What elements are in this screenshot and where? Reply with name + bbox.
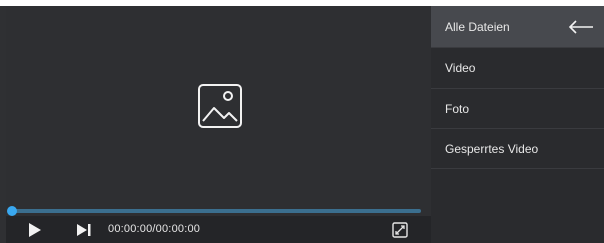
progress-bar[interactable] bbox=[7, 206, 421, 216]
category-menu: Alle Dateien Video Foto Gesperrtes Video bbox=[431, 6, 604, 243]
back-arrow-icon bbox=[568, 20, 593, 34]
fullscreen-icon bbox=[392, 221, 408, 238]
menu-item-video[interactable]: Video bbox=[431, 48, 604, 89]
fullscreen-button[interactable] bbox=[389, 216, 411, 243]
next-button[interactable] bbox=[72, 216, 96, 243]
media-player: 00:00:00/00:00:00 bbox=[6, 6, 431, 243]
menu-item-foto[interactable]: Foto bbox=[431, 89, 604, 129]
menu-item-gesperrtes-video[interactable]: Gesperrtes Video bbox=[431, 129, 604, 169]
media-viewer[interactable] bbox=[6, 6, 431, 203]
menu-item-label: Gesperrtes Video bbox=[445, 142, 539, 156]
play-icon bbox=[29, 222, 41, 237]
progress-handle[interactable] bbox=[7, 206, 17, 216]
menu-item-label: Foto bbox=[445, 102, 470, 116]
player-controls: 00:00:00/00:00:00 bbox=[6, 216, 431, 243]
file-browser-app: 00:00:00/00:00:00 Alle Dateien Video Fot… bbox=[0, 6, 604, 243]
image-placeholder-icon bbox=[198, 84, 242, 128]
skip-next-icon bbox=[77, 223, 91, 236]
time-display: 00:00:00/00:00:00 bbox=[108, 223, 201, 235]
menu-item-label: Video bbox=[445, 61, 476, 75]
menu-item-alle-dateien[interactable]: Alle Dateien bbox=[431, 6, 604, 48]
back-button[interactable] bbox=[568, 6, 594, 48]
play-button[interactable] bbox=[24, 216, 46, 243]
menu-item-label: Alle Dateien bbox=[445, 20, 510, 34]
